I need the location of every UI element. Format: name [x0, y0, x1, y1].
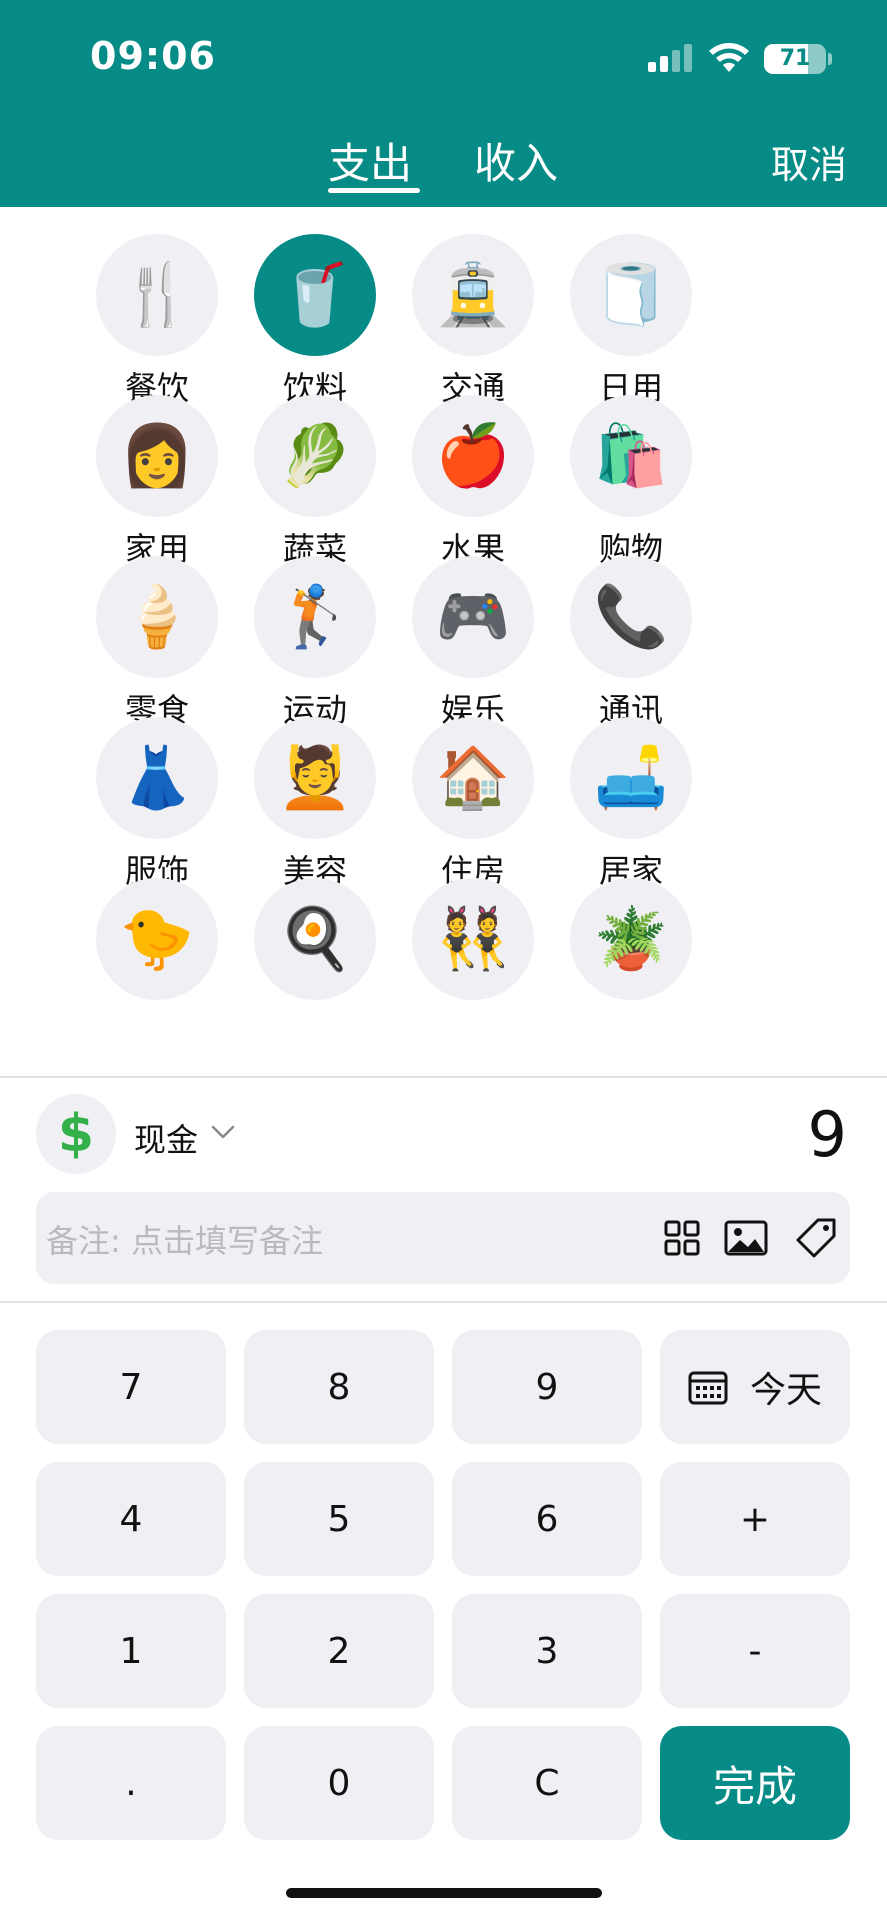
category-item[interactable]: 👯	[390, 841, 534, 1011]
tab-selected-underline	[328, 188, 420, 193]
category-item[interactable]: 🏌️ 运动	[232, 519, 376, 729]
image-icon[interactable]	[722, 1214, 770, 1262]
category-item[interactable]: 🏠 住房	[390, 680, 534, 890]
woman-icon: 👩	[96, 395, 218, 517]
key-0[interactable]: 0	[244, 1726, 434, 1840]
dress-icon: 👗	[96, 717, 218, 839]
category-item[interactable]: 🍳	[232, 841, 376, 1011]
telephone-icon: 📞	[570, 556, 692, 678]
battery-cap	[828, 53, 832, 65]
category-item[interactable]: 👗 服饰	[74, 680, 218, 890]
key-3[interactable]: 3	[452, 1594, 642, 1708]
done-button[interactable]: 完成	[660, 1726, 850, 1840]
battery-icon: 71	[764, 44, 826, 74]
divider	[0, 1301, 887, 1303]
leafy-green-icon: 🥬	[254, 395, 376, 517]
key-1[interactable]: 1	[36, 1594, 226, 1708]
home-indicator	[286, 1888, 602, 1898]
key-9[interactable]: 9	[452, 1330, 642, 1444]
category-item[interactable]: 🪴	[548, 841, 692, 1011]
key-4[interactable]: 4	[36, 1462, 226, 1576]
face-massage-icon: 💆	[254, 717, 376, 839]
category-item[interactable]: 👩 家用	[74, 358, 218, 568]
golfer-icon: 🏌️	[254, 556, 376, 678]
plus-key[interactable]: +	[660, 1462, 850, 1576]
house-icon: 🏠	[412, 717, 534, 839]
amount-display: 9	[807, 1098, 847, 1171]
key-2[interactable]: 2	[244, 1594, 434, 1708]
category-item[interactable]: 🚊 交通	[390, 207, 534, 407]
shopping-bags-icon: 🛍️	[570, 395, 692, 517]
game-controller-icon: 🎮	[412, 556, 534, 678]
grid-icon[interactable]	[658, 1214, 706, 1262]
tab-income[interactable]: 收入	[474, 130, 558, 191]
toilet-paper-icon: 🧻	[570, 234, 692, 356]
category-item[interactable]: 🐤	[74, 841, 218, 1011]
minus-key[interactable]: -	[660, 1594, 850, 1708]
chevron-down-icon[interactable]	[210, 1122, 236, 1142]
category-item[interactable]: 🧻 日用	[548, 207, 692, 407]
calendar-icon	[688, 1371, 728, 1405]
category-item[interactable]: 🎮 娱乐	[390, 519, 534, 729]
date-label: 今天	[749, 1370, 822, 1411]
dollar-sign-icon[interactable]: $	[36, 1094, 116, 1174]
tab-expense[interactable]: 支出	[328, 130, 412, 191]
key-7[interactable]: 7	[36, 1330, 226, 1444]
partially-hidden-icon: 👯	[412, 878, 534, 1000]
category-item[interactable]: 🛋️ 居家	[548, 680, 692, 890]
partially-hidden-icon: 🪴	[570, 878, 692, 1000]
category-item[interactable]: 🥬 蔬菜	[232, 358, 376, 568]
category-item[interactable]: 📞 通讯	[548, 519, 692, 729]
category-item[interactable]: 🍎 水果	[390, 358, 534, 568]
couch-and-lamp-icon: 🛋️	[570, 717, 692, 839]
partially-hidden-icon: 🐤	[96, 878, 218, 1000]
category-item[interactable]: 🍴 餐饮	[74, 207, 218, 407]
cellular-signal-icon	[648, 44, 692, 72]
note-input[interactable]: 备注: 点击填写备注	[36, 1192, 850, 1284]
category-item[interactable]: 🥤 饮料	[232, 207, 376, 407]
tram-icon: 🚊	[412, 234, 534, 356]
category-item[interactable]: 🛍️ 购物	[548, 358, 692, 568]
battery-level: 71	[779, 46, 811, 71]
wifi-icon	[709, 43, 749, 72]
apple-icon: 🍎	[412, 395, 534, 517]
key-6[interactable]: 6	[452, 1462, 642, 1576]
divider	[0, 1076, 887, 1078]
ice-cream-icon: 🍦	[96, 556, 218, 678]
category-item[interactable]: 💆 美容	[232, 680, 376, 890]
category-grid: 🍴 餐饮 🥤 饮料 🚊 交通 🧻 日用 👩 家用 🥬 蔬菜 🍎 水果 🛍️ 购物 🍦 零食 🏌️ 运动 🎮 娱乐 📞 通讯 👗 服…	[0, 207, 887, 1077]
clear-key[interactable]: C	[452, 1726, 642, 1840]
key-5[interactable]: 5	[244, 1462, 434, 1576]
key-8[interactable]: 8	[244, 1330, 434, 1444]
date-button[interactable]: 今天	[660, 1330, 850, 1444]
header-bar: 09:06 71 支出 收入 取消	[0, 0, 887, 207]
cup-with-straw-icon: 🥤	[254, 234, 376, 356]
category-item[interactable]: 🍦 零食	[74, 519, 218, 729]
account-selector[interactable]: 现金	[134, 1115, 198, 1161]
partially-hidden-icon: 🍳	[254, 878, 376, 1000]
cancel-button[interactable]: 取消	[771, 134, 847, 189]
status-time: 09:06	[90, 34, 216, 78]
fork-and-knife-icon: 🍴	[96, 234, 218, 356]
tag-icon[interactable]	[792, 1214, 840, 1262]
note-placeholder: 备注: 点击填写备注	[46, 1222, 323, 1260]
decimal-key[interactable]: .	[36, 1726, 226, 1840]
